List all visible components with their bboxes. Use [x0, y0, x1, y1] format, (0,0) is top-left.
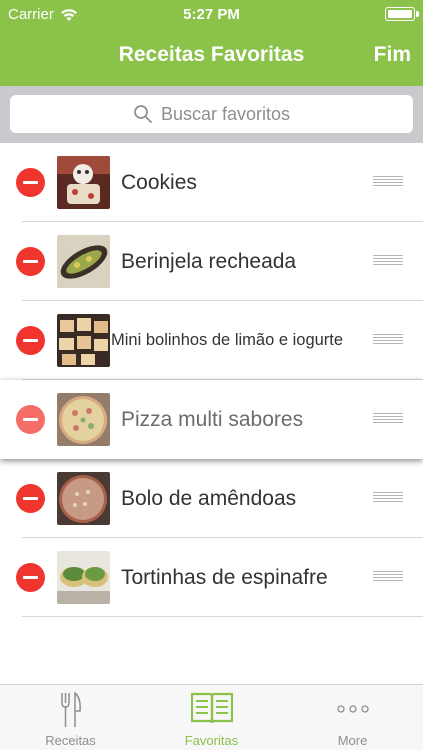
search-bar: Buscar favoritos	[0, 86, 423, 143]
recipe-name: Tortinhas de espinafre	[121, 566, 328, 589]
tab-favoritas[interactable]: Favoritas	[141, 685, 282, 750]
delete-button[interactable]	[16, 563, 45, 592]
recipe-thumbnail	[57, 314, 110, 367]
search-icon	[134, 105, 152, 123]
list-item[interactable]: Cookies	[0, 143, 423, 222]
status-time: 5:27 PM	[183, 6, 240, 23]
delete-button[interactable]	[16, 484, 45, 513]
reorder-handle-icon[interactable]	[373, 334, 403, 346]
recipe-name: Cookies	[121, 171, 197, 194]
reorder-handle-icon[interactable]	[373, 571, 403, 583]
reorder-handle-icon[interactable]	[373, 255, 403, 267]
search-placeholder: Buscar favoritos	[160, 103, 291, 124]
recipe-thumbnail	[57, 472, 110, 525]
tab-more[interactable]: More	[282, 685, 423, 750]
battery-icon	[385, 7, 419, 21]
status-bar: Carrier 5:27 PM	[0, 0, 423, 30]
tab-label: More	[337, 733, 368, 748]
navigation-header: Carrier 5:27 PM Receitas Favoritas Fim	[0, 0, 423, 86]
more-dots-icon	[336, 705, 369, 713]
list-item[interactable]: Mini bolinhos de limão e iogurte	[0, 301, 423, 380]
recipe-thumbnail	[57, 551, 110, 604]
list-item-dragging[interactable]: Pizza multi sabores	[0, 380, 423, 459]
reorder-handle-icon[interactable]	[373, 413, 403, 425]
done-button[interactable]: Fim	[374, 43, 411, 67]
search-input[interactable]: Buscar favoritos	[10, 95, 413, 133]
recipe-thumbnail	[57, 393, 110, 446]
page-title: Receitas Favoritas	[118, 43, 305, 66]
recipe-thumbnail	[57, 156, 110, 209]
tab-label: Favoritas	[184, 733, 239, 748]
tab-label: Receitas	[45, 733, 96, 748]
recipe-name: Mini bolinhos de limão e iogurte	[111, 331, 344, 349]
open-book-icon	[190, 692, 233, 724]
recipe-name: Pizza multi sabores	[121, 408, 304, 431]
tab-bar: Receitas Favoritas More	[0, 684, 423, 750]
fork-knife-icon	[60, 692, 81, 727]
reorder-handle-icon[interactable]	[373, 492, 403, 504]
delete-button[interactable]	[16, 405, 45, 434]
recipe-name: Bolo de amêndoas	[121, 487, 297, 510]
row-divider	[22, 616, 423, 617]
reorder-handle-icon[interactable]	[373, 176, 403, 188]
list-item[interactable]: Berinjela recheada	[0, 222, 423, 301]
recipe-name: Berinjela recheada	[121, 250, 297, 273]
list-item[interactable]: Tortinhas de espinafre	[0, 538, 423, 617]
delete-button[interactable]	[16, 326, 45, 355]
list-item[interactable]: Bolo de amêndoas	[0, 459, 423, 538]
recipe-thumbnail	[57, 235, 110, 288]
tab-receitas[interactable]: Receitas	[0, 685, 141, 750]
delete-button[interactable]	[16, 168, 45, 197]
delete-button[interactable]	[16, 247, 45, 276]
